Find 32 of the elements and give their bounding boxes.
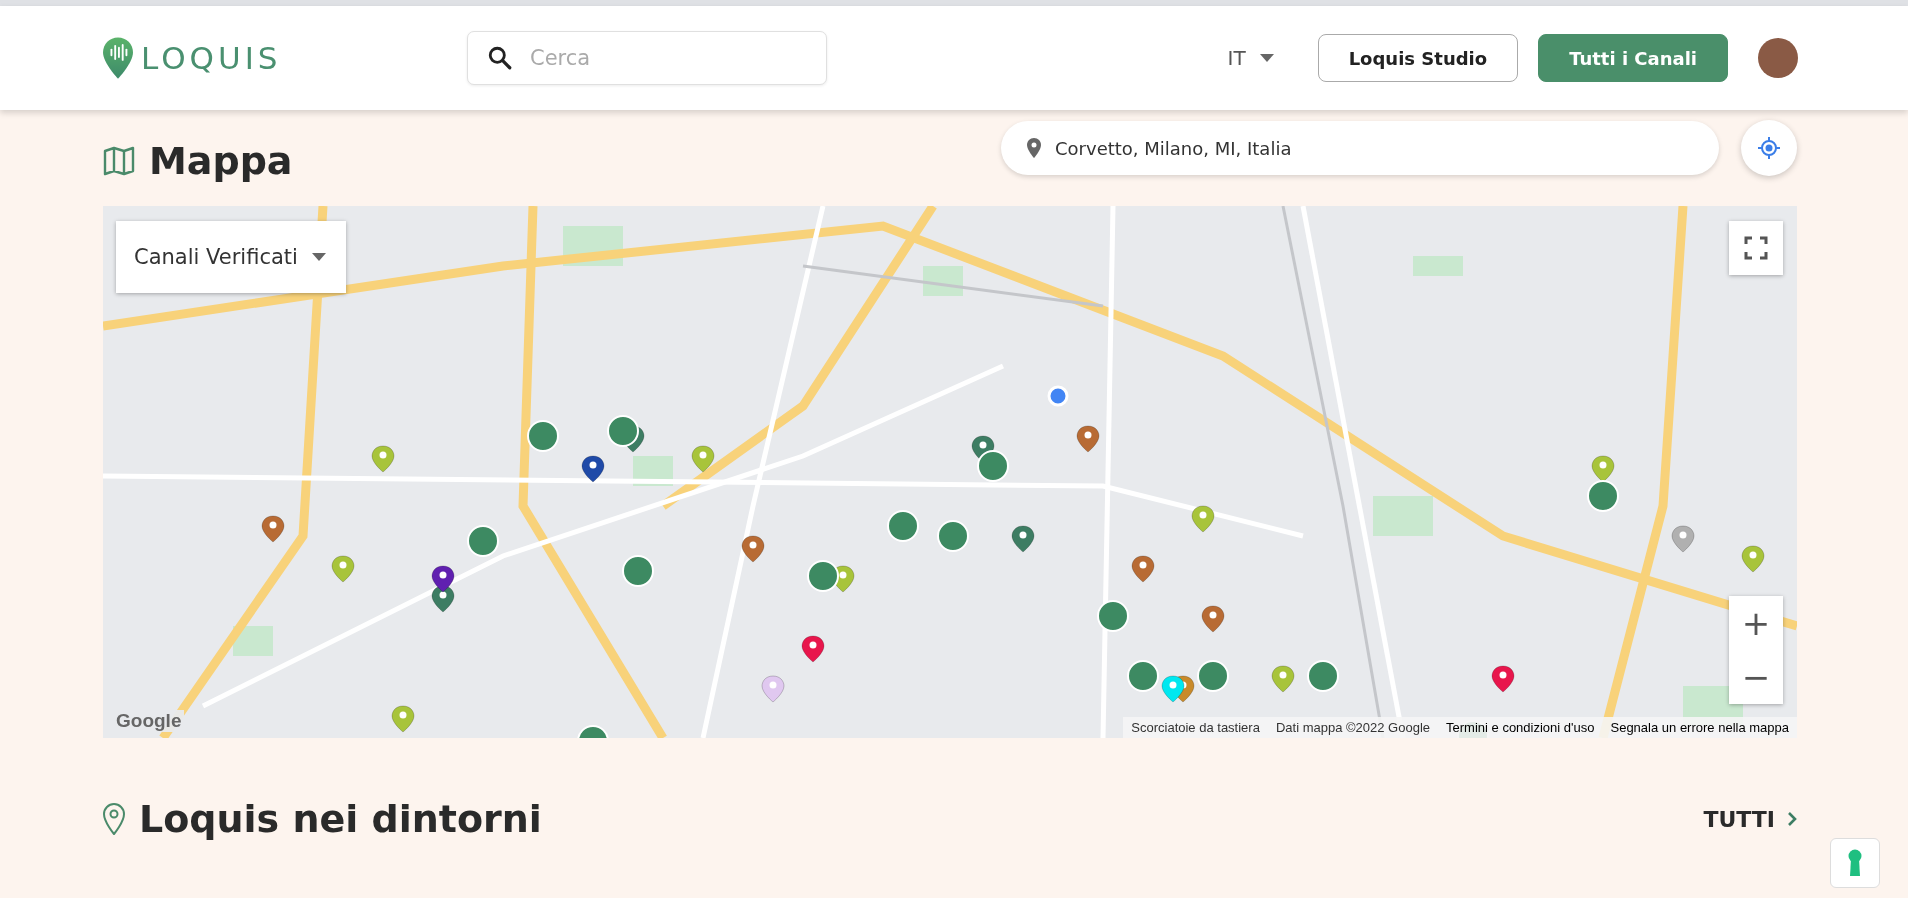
caret-icon xyxy=(1259,54,1274,62)
keyhole-icon xyxy=(1848,849,1862,877)
location-value: Corvetto, Milano, MI, Italia xyxy=(1055,137,1292,159)
chevron-right-icon xyxy=(1787,811,1797,827)
fullscreen-icon xyxy=(1744,236,1768,260)
studio-button[interactable]: Loquis Studio xyxy=(1317,34,1519,82)
location-field[interactable]: Corvetto, Milano, MI, Italia xyxy=(1001,121,1719,175)
keyhole-button[interactable] xyxy=(1830,838,1880,888)
see-all-link[interactable]: TUTTI xyxy=(1703,806,1797,832)
channel-filter-dropdown[interactable]: Canali Verificati xyxy=(116,221,346,293)
logo-wordmark[interactable]: LOQUIS xyxy=(141,40,282,76)
attribution-text: Scorciatoie da tastiera xyxy=(1130,719,1261,737)
google-logo: Google xyxy=(113,710,185,732)
search-field[interactable]: Cerca xyxy=(467,31,827,85)
user-avatar[interactable] xyxy=(1758,38,1798,78)
channels-button[interactable]: Tutti i Canali xyxy=(1538,34,1728,82)
attribution-link[interactable]: Segnala un errore nella mappa xyxy=(1602,717,1797,738)
map-icon xyxy=(103,146,135,176)
crosshair-icon xyxy=(1758,137,1780,159)
caret-icon xyxy=(311,253,326,261)
attribution-link[interactable]: Termini e condizioni d'uso xyxy=(1438,717,1603,738)
location-pin-icon xyxy=(103,803,125,835)
attribution-text: Dati mappa ©2022 Google xyxy=(1274,719,1432,737)
pin-logo-icon xyxy=(103,37,133,79)
zoom-out-button[interactable]: − xyxy=(1729,650,1783,704)
fullscreen-button[interactable] xyxy=(1729,221,1783,275)
section-title: Mappa xyxy=(149,139,293,183)
location-pin-icon xyxy=(1027,138,1041,158)
section-title: Loquis nei dintorni xyxy=(139,797,542,841)
zoom-in-button[interactable]: + xyxy=(1729,596,1783,650)
language-dropdown[interactable]: IT xyxy=(1221,45,1280,71)
locate-button[interactable] xyxy=(1741,120,1797,176)
